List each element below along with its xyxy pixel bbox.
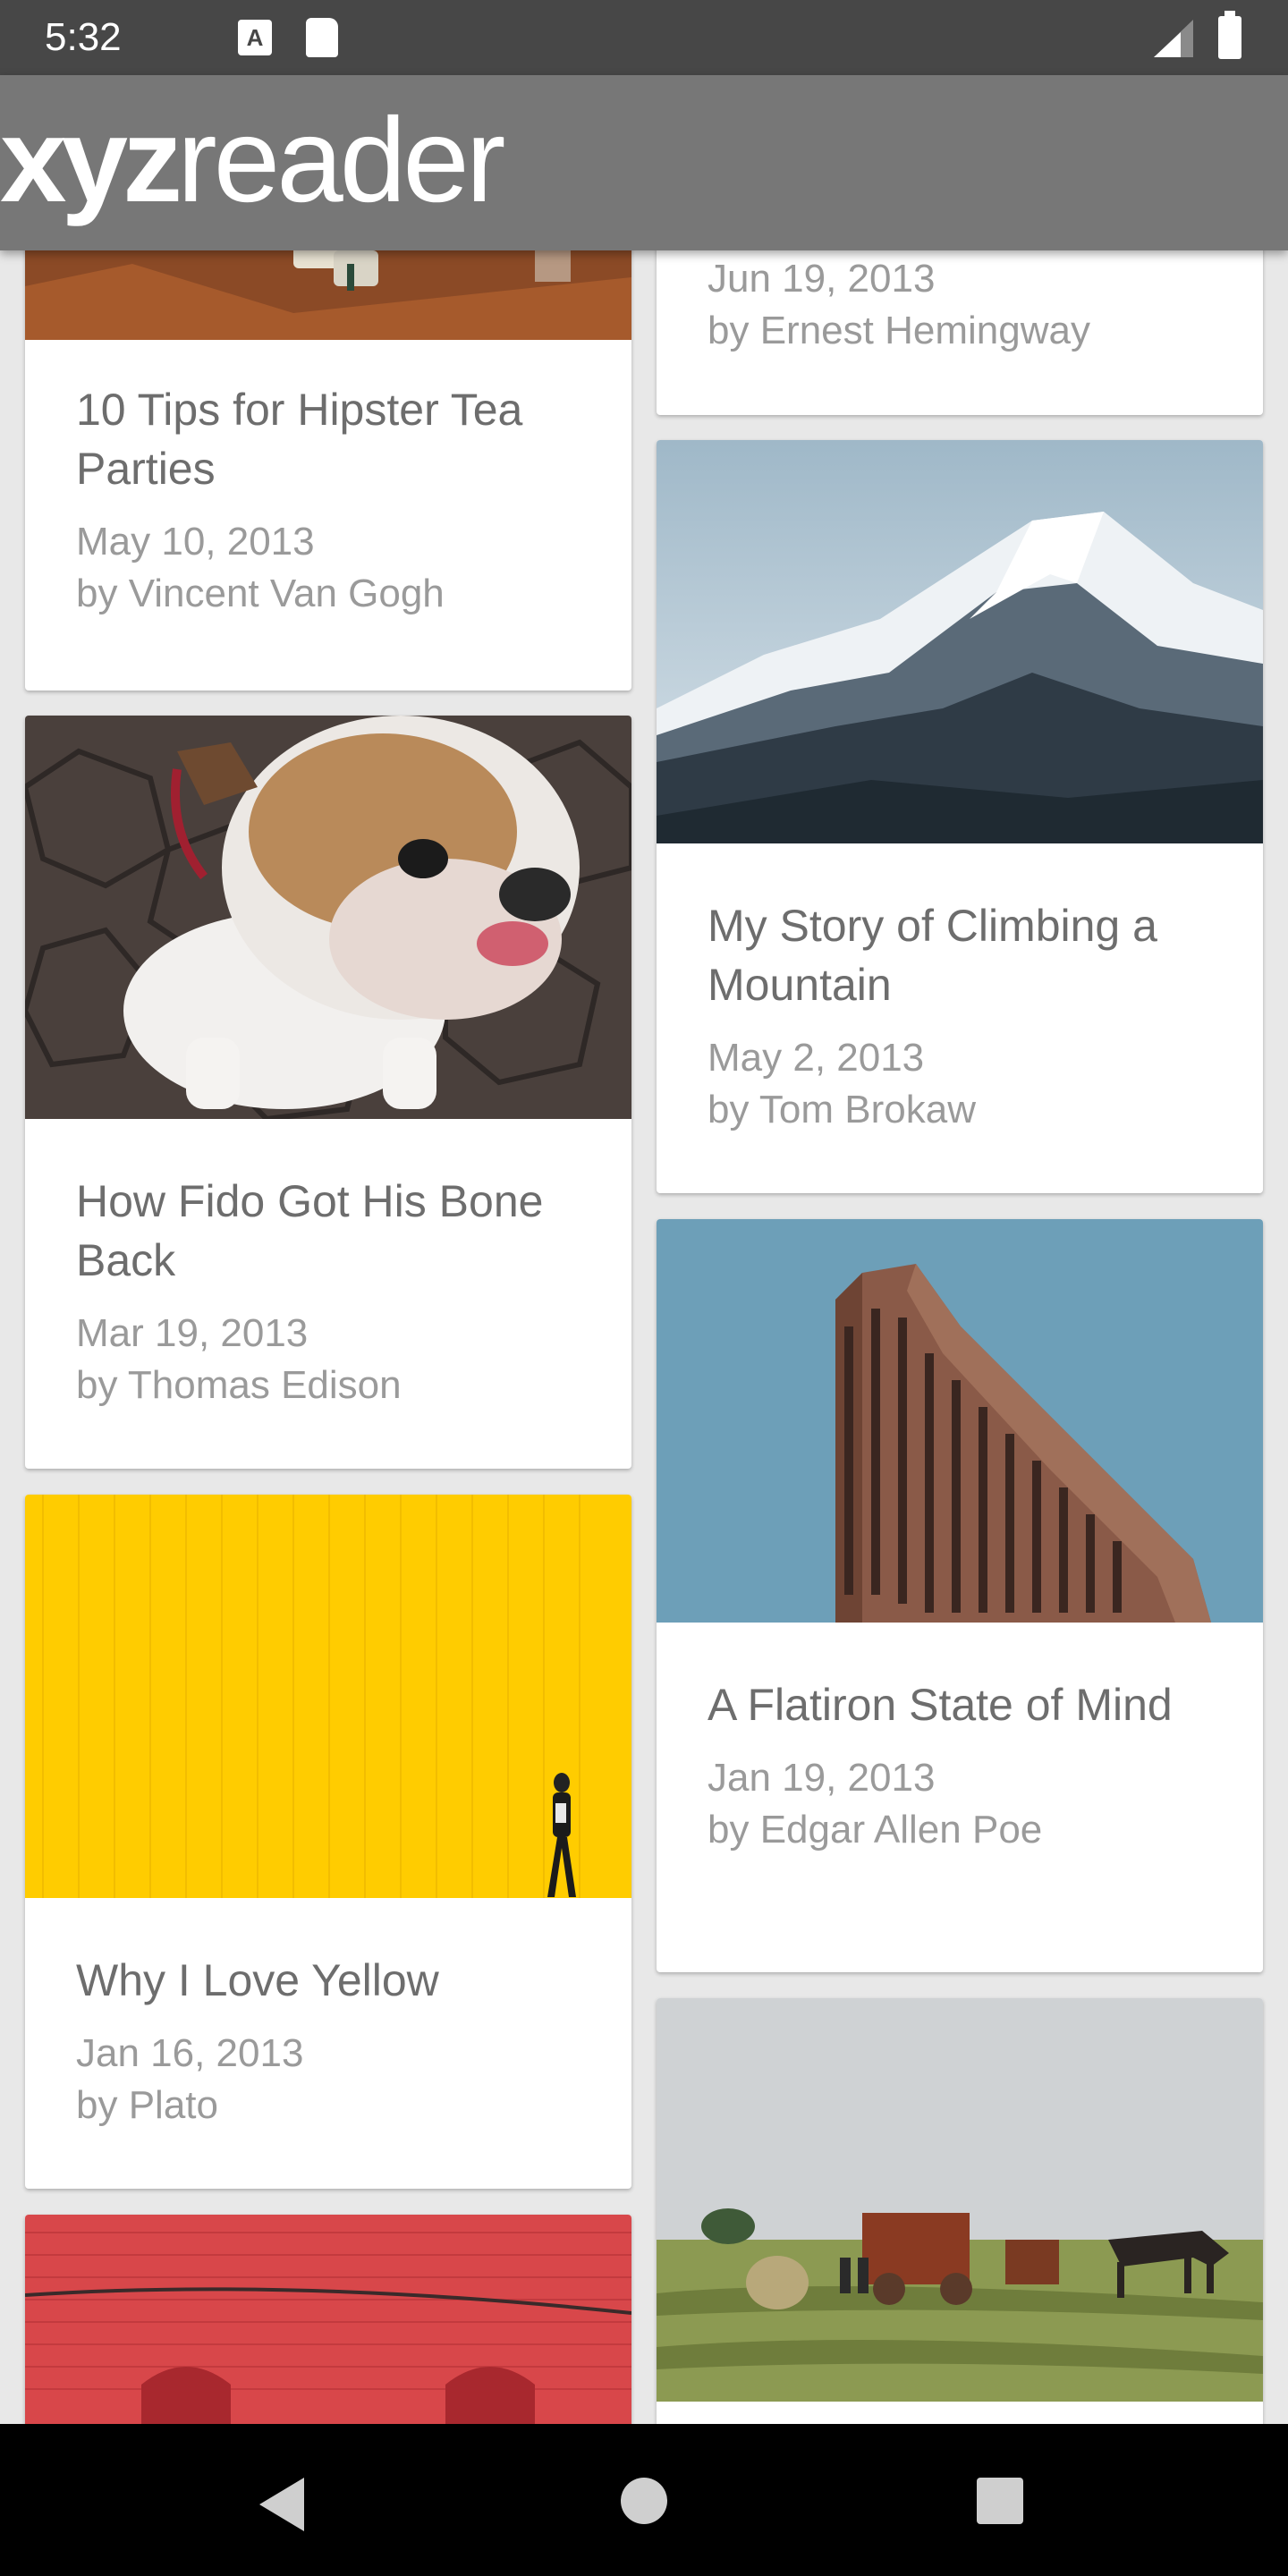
- recents-icon[interactable]: [977, 2478, 1023, 2524]
- article-author: by Tom Brokaw: [708, 1088, 976, 1131]
- article-author: by Edgar Allen Poe: [708, 1808, 1043, 1852]
- article-title: How Fido Got His Bone Back: [76, 1176, 544, 1285]
- article-image-hay-field: [657, 1998, 1263, 2402]
- article-card[interactable]: A Flatiron State of Mind Jan 19, 2013 by…: [657, 1219, 1263, 1972]
- article-title: 10 Tips for Hipster Tea Parties: [76, 385, 523, 494]
- article-card[interactable]: [25, 2215, 631, 2424]
- article-image-snowy-mountain: [657, 440, 1263, 843]
- battery-icon: [1218, 11, 1241, 59]
- article-image-tea-table: [25, 250, 631, 340]
- article-title: My Story of Climbing a Mountain: [708, 901, 1157, 1010]
- logo-xyz: xyz: [0, 94, 182, 227]
- article-author: by Ernest Hemingway: [708, 309, 1090, 352]
- article-card[interactable]: 10 Tips for Hipster Tea Parties May 10, …: [25, 250, 631, 691]
- article-date: Mar 19, 2013: [76, 1311, 309, 1355]
- article-image-bulldog: [25, 716, 631, 1119]
- article-title: A Flatiron State of Mind: [708, 1680, 1173, 1730]
- sd-card-icon: [306, 18, 338, 57]
- article-date: May 10, 2013: [76, 520, 315, 564]
- article-date: Jun 19, 2013: [708, 257, 936, 301]
- article-card[interactable]: Jun 19, 2013 by Ernest Hemingway: [657, 250, 1263, 415]
- article-grid[interactable]: 10 Tips for Hipster Tea Parties May 10, …: [0, 250, 1288, 2424]
- article-title: Why I Love Yellow: [76, 1955, 439, 2005]
- status-time: 5:32: [45, 15, 122, 59]
- signal-icon: [1154, 20, 1193, 57]
- article-author: by Thomas Edison: [76, 1363, 402, 1407]
- article-image-yellow-wall: [25, 1495, 631, 1898]
- article-image-flatiron-building: [657, 1219, 1263, 1623]
- article-date: May 2, 2013: [708, 1036, 925, 1080]
- article-card[interactable]: Why I Love Yellow Jan 16, 2013 by Plato: [25, 1495, 631, 2189]
- app-bar: xyzreader: [0, 75, 1288, 250]
- navigation-bar: [0, 2424, 1288, 2576]
- logo-reader: reader: [177, 94, 505, 227]
- a-notification-icon: A: [238, 20, 272, 55]
- article-date: Jan 19, 2013: [708, 1756, 936, 1800]
- article-image-red-brick-wall: [25, 2215, 631, 2424]
- back-icon[interactable]: [259, 2478, 304, 2531]
- home-icon[interactable]: [621, 2478, 667, 2524]
- article-author: by Plato: [76, 2083, 218, 2127]
- app-logo: xyzreader: [0, 98, 505, 224]
- article-date: Jan 16, 2013: [76, 2031, 304, 2075]
- article-author: by Vincent Van Gogh: [76, 572, 445, 615]
- status-bar: 5:32 A: [0, 0, 1288, 75]
- article-card[interactable]: My Story of Climbing a Mountain May 2, 2…: [657, 440, 1263, 1193]
- article-card[interactable]: [657, 1998, 1263, 2424]
- article-card[interactable]: How Fido Got His Bone Back Mar 19, 2013 …: [25, 716, 631, 1469]
